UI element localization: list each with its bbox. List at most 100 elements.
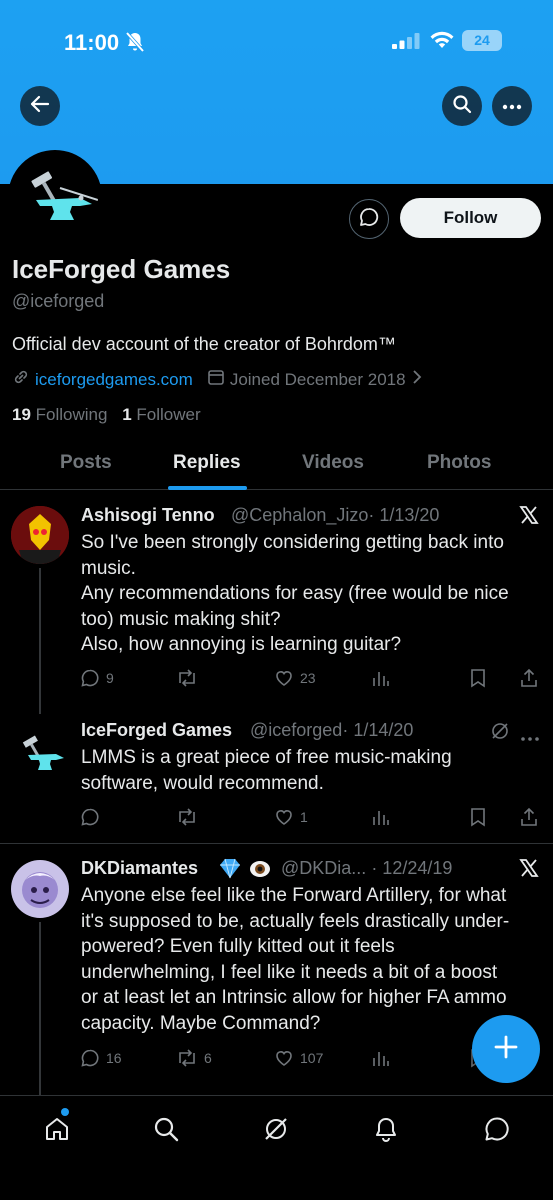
profile-avatar[interactable] [8, 150, 102, 244]
tab-videos[interactable]: Videos [302, 452, 364, 474]
profile-tabs: Posts Replies Videos Photos [0, 440, 553, 490]
retweet-icon [179, 1049, 195, 1067]
tweet-text: Anyone else feel like the Forward Artill… [81, 885, 510, 1034]
tab-replies[interactable]: Replies [173, 452, 241, 474]
reply-icon [81, 669, 99, 687]
bell-icon [376, 1118, 396, 1142]
bookmark-icon [471, 669, 485, 688]
nav-search[interactable] [149, 1112, 183, 1146]
anvil-hammer-logo [12, 154, 98, 240]
signal-icon [392, 33, 420, 54]
heart-icon [276, 671, 292, 686]
eye-emoji-icon [248, 858, 272, 885]
bookmark-button[interactable] [469, 807, 487, 827]
nav-messages[interactable] [480, 1112, 514, 1146]
tweet-text: So I've been strongly considering gettin… [81, 532, 509, 655]
status-time: 11:00 [64, 30, 120, 55]
share-icon [521, 668, 537, 687]
retweet-button[interactable] [176, 807, 204, 827]
active-tab-indicator [168, 486, 247, 490]
message-bubble-icon [359, 207, 379, 232]
tweet-author-handle: @Cephalon_Jizo· 1/13/20 [231, 505, 440, 525]
x-logo-icon [519, 858, 539, 883]
tweet-author-name[interactable]: IceForged Games [81, 720, 232, 741]
follow-button[interactable]: Follow [400, 198, 541, 238]
heart-icon [276, 1051, 292, 1066]
like-button[interactable]: 1 [274, 807, 308, 827]
tweet-author-name[interactable]: Ashisogi Tenno [81, 505, 215, 526]
bottom-navigation [0, 1095, 553, 1200]
share-button[interactable] [520, 668, 538, 688]
search-icon [154, 1117, 179, 1142]
back-arrow-icon [30, 94, 50, 119]
analytics-icon [373, 811, 389, 825]
tweet-text: LMMS is a great piece of free music-maki… [81, 747, 452, 794]
avatar[interactable] [11, 506, 69, 564]
reply-icon [81, 1049, 99, 1067]
bookmark-button[interactable] [469, 668, 487, 688]
profile-bio: Official dev account of the creator of B… [12, 334, 396, 354]
nav-notifications[interactable] [369, 1112, 403, 1146]
tab-posts[interactable]: Posts [60, 452, 112, 474]
analytics-icon [373, 672, 389, 686]
avatar[interactable] [14, 727, 68, 786]
retweet-icon [179, 808, 195, 826]
profile-display-name: IceForged Games [12, 254, 231, 284]
heart-icon [276, 810, 292, 825]
like-button[interactable]: 107 [274, 1048, 323, 1068]
views-button[interactable] [372, 1048, 390, 1068]
nav-home[interactable] [40, 1112, 74, 1146]
share-icon [521, 807, 537, 826]
battery-indicator: 24 [462, 30, 502, 51]
retweet-button[interactable] [176, 668, 204, 688]
compose-post-button[interactable] [472, 1015, 540, 1083]
views-button[interactable] [372, 807, 390, 827]
x-logo-icon [519, 505, 539, 530]
silent-bell-icon [125, 31, 145, 58]
thread-line [39, 922, 41, 1095]
followers-link[interactable]: 1 Follower [122, 405, 200, 424]
nav-grok[interactable] [259, 1112, 293, 1146]
home-icon [46, 1118, 68, 1140]
home-notification-dot [61, 1108, 69, 1116]
grok-icon[interactable] [490, 721, 510, 746]
analytics-icon [373, 1052, 389, 1066]
bookmark-icon [471, 808, 485, 827]
wifi-icon [429, 30, 455, 55]
tweet-author-handle: @iceforged· 1/14/20 [250, 720, 414, 740]
back-button[interactable] [20, 86, 60, 126]
reply-button[interactable]: 16 [80, 1048, 122, 1068]
reply-button[interactable] [80, 807, 106, 827]
search-icon [452, 94, 472, 119]
reply-icon [81, 808, 99, 826]
grok-icon [265, 1118, 287, 1140]
more-options-button[interactable] [492, 86, 532, 126]
diamond-emoji-icon [218, 857, 242, 884]
profile-handle: @iceforged [12, 291, 105, 311]
message-button[interactable] [349, 199, 389, 239]
following-link[interactable]: 19 Following [12, 405, 107, 424]
like-button[interactable]: 23 [274, 668, 316, 688]
calendar-icon [207, 368, 225, 391]
share-button[interactable] [520, 807, 538, 827]
message-bubble-icon [485, 1117, 509, 1141]
link-icon [12, 368, 30, 391]
status-bar: 11:00 24 [0, 0, 553, 84]
retweet-icon [179, 669, 195, 687]
chevron-right-icon[interactable] [412, 369, 422, 390]
avatar[interactable] [11, 860, 69, 918]
search-button[interactable] [442, 86, 482, 126]
reply-button[interactable]: 9 [80, 668, 114, 688]
more-dots-icon [502, 97, 522, 115]
tweet-divider [0, 843, 553, 844]
tweet-author-name[interactable]: DKDiamantes [81, 858, 198, 879]
profile-counts: 19 Following 1 Follower [12, 405, 201, 425]
tweet-author-handle: @DKDia... · 12/24/19 [281, 858, 453, 878]
plus-icon [493, 1034, 519, 1065]
tab-photos[interactable]: Photos [427, 452, 491, 474]
profile-joined-date: Joined December 2018 [229, 369, 406, 389]
retweet-button[interactable]: 6 [176, 1048, 212, 1068]
thread-line [39, 568, 41, 714]
profile-website-link[interactable]: iceforgedgames.com [35, 370, 193, 390]
views-button[interactable] [372, 668, 390, 688]
